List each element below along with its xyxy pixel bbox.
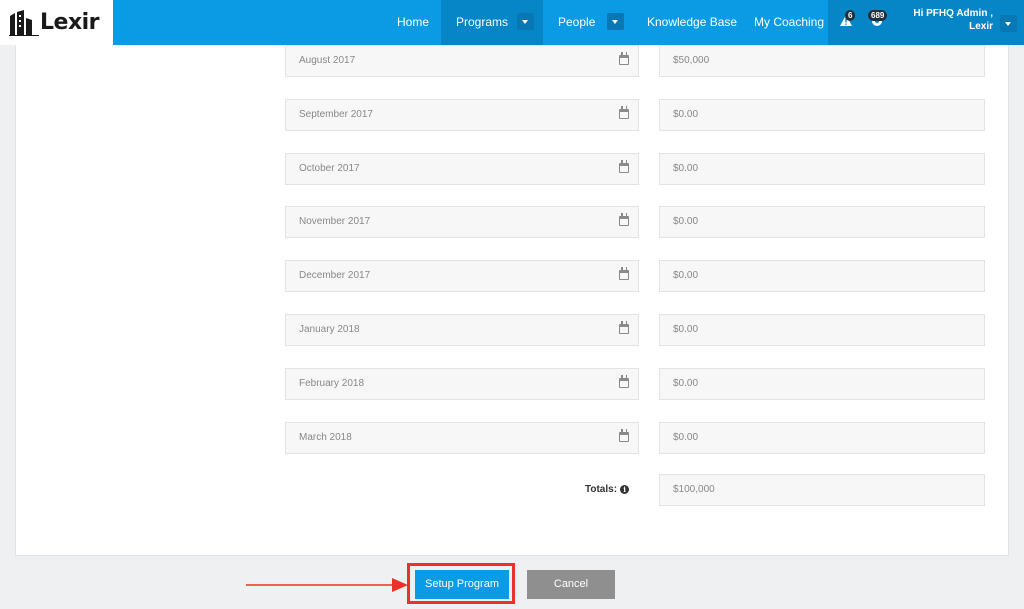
month-amount-field[interactable]: $50,000: [659, 45, 985, 77]
brand-logo[interactable]: Lexir: [0, 0, 113, 45]
month-label: October 2017: [299, 163, 360, 174]
month-date-field[interactable]: November 2017: [285, 206, 639, 238]
setup-program-button[interactable]: Setup Program: [415, 570, 509, 599]
totals-field: $100,000: [659, 474, 985, 506]
brand-name: Lexir: [40, 10, 100, 35]
notifications-badge: 689: [868, 10, 888, 21]
month-label: September 2017: [299, 109, 373, 120]
month-date-field[interactable]: February 2018: [285, 368, 639, 400]
month-amount-field[interactable]: $0.00: [659, 153, 985, 185]
alerts-badge: 6: [845, 10, 856, 21]
info-icon[interactable]: i: [620, 485, 630, 494]
month-amount-field[interactable]: $0.00: [659, 99, 985, 131]
month-date-field[interactable]: August 2017: [285, 45, 639, 77]
month-date-field[interactable]: December 2017: [285, 260, 639, 292]
calendar-icon[interactable]: [619, 375, 629, 388]
month-date-field[interactable]: March 2018: [285, 422, 639, 454]
people-dropdown-icon[interactable]: [607, 13, 624, 30]
programs-dropdown-icon[interactable]: [517, 13, 534, 30]
month-label: February 2018: [299, 378, 365, 389]
month-label: November 2017: [299, 216, 371, 227]
nav-home[interactable]: Home: [397, 0, 429, 45]
month-amount-field[interactable]: $0.00: [659, 422, 985, 454]
arrow-annotation-icon: [246, 578, 408, 592]
user-dropdown-icon[interactable]: [1000, 15, 1017, 32]
nav-my-coaching[interactable]: My Coaching: [754, 0, 824, 45]
month-label: March 2018: [299, 432, 352, 443]
greeting-line-2: Lexir: [969, 21, 993, 32]
month-amount-field[interactable]: $0.00: [659, 260, 985, 292]
month-label: January 2018: [299, 324, 360, 335]
calendar-icon[interactable]: [619, 267, 629, 280]
totals-label: Totals: i: [585, 484, 630, 495]
calendar-icon[interactable]: [619, 321, 629, 334]
top-navbar: Lexir Home Programs People Knowledge Bas…: [0, 0, 1024, 45]
calendar-icon[interactable]: [619, 429, 629, 442]
cancel-button[interactable]: Cancel: [527, 570, 615, 599]
greeting-line-1: Hi PFHQ Admin ,: [913, 8, 993, 19]
nav-programs-label: Programs: [456, 15, 509, 29]
calendar-icon[interactable]: [619, 52, 629, 65]
month-date-field[interactable]: January 2018: [285, 314, 639, 346]
user-greeting[interactable]: Hi PFHQ Admin , Lexir: [913, 7, 993, 33]
building-logo-icon: [9, 9, 39, 36]
month-amount-field[interactable]: $0.00: [659, 206, 985, 238]
month-date-field[interactable]: September 2017: [285, 99, 639, 131]
month-amount-field[interactable]: $0.00: [659, 368, 985, 400]
calendar-icon[interactable]: [619, 213, 629, 226]
month-amount-field[interactable]: $0.00: [659, 314, 985, 346]
month-label: December 2017: [299, 270, 371, 281]
nav-knowledge-base[interactable]: Knowledge Base: [647, 0, 737, 45]
nav-programs[interactable]: Programs: [441, 0, 543, 45]
calendar-icon[interactable]: [619, 160, 629, 173]
totals-label-text: Totals:: [585, 484, 618, 495]
month-label: August 2017: [299, 55, 356, 66]
nav-people[interactable]: People: [558, 0, 595, 45]
user-panel: 6 689 Hi PFHQ Admin , Lexir: [828, 0, 1024, 45]
calendar-icon[interactable]: [619, 106, 629, 119]
month-date-field[interactable]: October 2017: [285, 153, 639, 185]
